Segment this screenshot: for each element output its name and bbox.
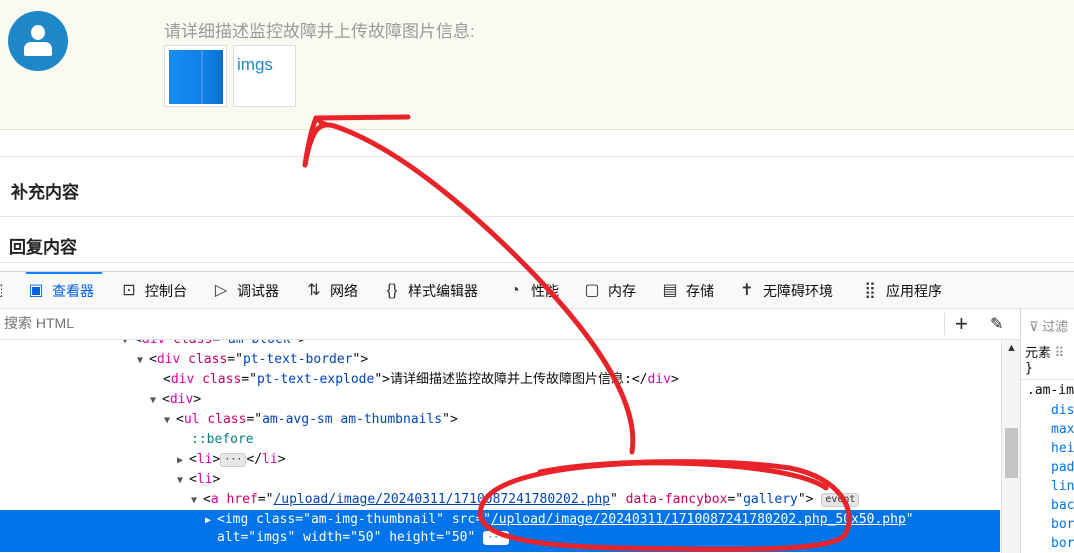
element-rule-label: 元素 ⠿ bbox=[1025, 345, 1065, 360]
tab-memory[interactable]: ▢ 内存 bbox=[582, 272, 636, 309]
fault-description-prompt: 请详细描述监控故障并上传故障图片信息: bbox=[164, 22, 475, 41]
accessibility-icon: ✝ bbox=[740, 281, 754, 299]
image-upload-area: 请详细描述监控故障并上传故障图片信息: imgs bbox=[0, 0, 1074, 130]
css-property[interactable]: bac bbox=[1051, 498, 1074, 513]
css-property[interactable]: lin bbox=[1051, 479, 1074, 494]
css-property[interactable]: dis bbox=[1051, 403, 1074, 418]
tree-node[interactable]: ▼ <div> bbox=[0, 390, 1000, 410]
devtools-toolbar: ⬚ ▣查看器 ⊡控制台 ▷调试器 ⇅网络 {}样式编辑器 ◔性能 ▢内存 ▤存储… bbox=[0, 271, 1074, 309]
css-property[interactable]: max bbox=[1051, 422, 1074, 437]
scroll-up-icon[interactable]: ▲ bbox=[1006, 342, 1017, 354]
tree-node-selected[interactable]: ▶ <img class="am-img-thumbnail" src="/upl… bbox=[0, 510, 1000, 552]
divider bbox=[944, 313, 945, 335]
tree-node[interactable]: ::before bbox=[0, 430, 1000, 450]
reply-title: 回复内容 bbox=[9, 238, 77, 257]
performance-icon: ◔ bbox=[510, 281, 520, 299]
add-node-icon[interactable]: + bbox=[955, 312, 968, 336]
css-property[interactable]: hei bbox=[1051, 441, 1074, 456]
network-icon: ⇅ bbox=[307, 281, 321, 299]
style-editor-icon: {} bbox=[386, 281, 398, 299]
tree-node[interactable]: ▶ <li> ··· </li> bbox=[0, 450, 1000, 470]
memory-icon: ▢ bbox=[584, 281, 600, 299]
inspector-icon: ▣ bbox=[28, 281, 44, 299]
tab-application[interactable]: ⣿ 应用程序 bbox=[860, 272, 942, 309]
filter-styles-input[interactable]: ⊽ 过滤 bbox=[1029, 316, 1068, 335]
user-avatar bbox=[8, 11, 68, 71]
avatar-head-shape bbox=[31, 25, 45, 40]
rules-panel: ⊽ 过滤 元素 ⠿ } .am-img dis max hei pad lin … bbox=[1020, 309, 1074, 553]
event-badge[interactable]: event bbox=[821, 492, 860, 507]
scrollbar-thumb[interactable] bbox=[1005, 428, 1018, 478]
inspector-search-bar: + ✎ bbox=[0, 309, 1020, 340]
debugger-icon: ▷ bbox=[214, 281, 228, 299]
markup-tree: ▼<div class="am-block"> ▼<div class="pt-… bbox=[0, 340, 1000, 553]
tab-performance[interactable]: ◔ 性能 bbox=[505, 272, 559, 309]
tree-node[interactable]: ▼ <ul class="am-avg-sm am-thumbnails"> bbox=[0, 410, 1000, 430]
tab-console[interactable]: ⊡ 控制台 bbox=[119, 272, 187, 309]
broken-image-thumbnail[interactable]: imgs bbox=[233, 45, 296, 107]
tab-accessibility[interactable]: ✝ 无障碍环境 bbox=[737, 272, 833, 309]
collapsed-ellipsis[interactable]: ··· bbox=[220, 452, 247, 467]
thumbnail-image bbox=[169, 50, 223, 104]
storage-icon: ▤ bbox=[662, 281, 678, 299]
collapsed-ellipsis[interactable]: ··· bbox=[483, 530, 510, 545]
tree-node[interactable]: ▼<div class="am-block"> bbox=[0, 340, 1000, 350]
fault-image-thumbnail[interactable] bbox=[164, 45, 227, 107]
tab-network[interactable]: ⇅ 网络 bbox=[304, 272, 358, 309]
rule-selector: .am-img bbox=[1027, 383, 1074, 398]
tab-debugger[interactable]: ▷ 调试器 bbox=[211, 272, 279, 309]
avatar-body-shape bbox=[24, 42, 52, 56]
divider bbox=[0, 262, 1074, 263]
tab-inspector[interactable]: ▣ 查看器 bbox=[26, 272, 102, 309]
search-html-input[interactable] bbox=[4, 315, 304, 331]
rule-close-brace: } bbox=[1025, 361, 1033, 376]
css-property[interactable]: pad bbox=[1051, 460, 1074, 475]
divider bbox=[0, 156, 1074, 157]
eyedropper-icon[interactable]: ✎ bbox=[990, 314, 1003, 334]
css-property[interactable]: bor bbox=[1051, 536, 1074, 551]
markup-scrollbar[interactable]: ▲ bbox=[1001, 340, 1020, 553]
tab-storage[interactable]: ▤ 存储 bbox=[660, 272, 714, 309]
tree-node[interactable]: ▼ <a href="/upload/image/20240311/1710087… bbox=[0, 490, 1000, 510]
tree-node[interactable]: <div class="pt-text-explode">请详细描述监控故障并上… bbox=[0, 370, 1000, 390]
divider bbox=[0, 216, 1074, 217]
application-icon: ⣿ bbox=[864, 281, 876, 299]
tree-node[interactable]: ▼ <div class="pt-text-border"> bbox=[0, 350, 1000, 370]
supplement-title: 补充内容 bbox=[11, 183, 79, 202]
console-icon: ⊡ bbox=[122, 281, 136, 299]
image-alt-text: imgs bbox=[237, 55, 273, 74]
tree-node[interactable]: ▼ <li> bbox=[0, 470, 1000, 490]
devtools-pick-icon[interactable]: ⬚ bbox=[0, 272, 12, 309]
css-property[interactable]: bor bbox=[1051, 517, 1074, 532]
divider bbox=[1021, 379, 1074, 380]
tab-style-editor[interactable]: {} 样式编辑器 bbox=[382, 272, 478, 309]
